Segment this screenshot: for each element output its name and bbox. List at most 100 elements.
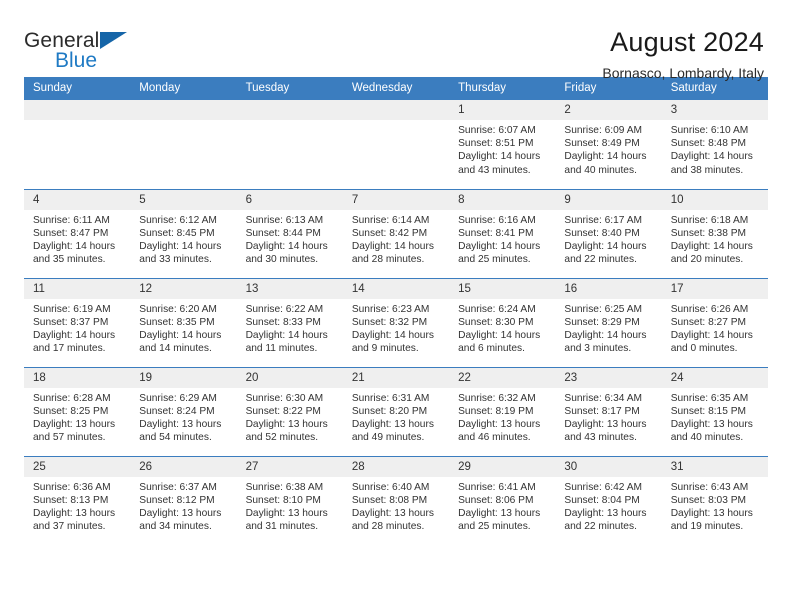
day-details: Sunrise: 6:35 AM Sunset: 8:15 PM Daylight:… (662, 388, 768, 445)
calendar-day-cell[interactable]: 3 Sunrise: 6:10 AM Sunset: 8:48 PM Daylight… (661, 100, 768, 189)
calendar-day-cell[interactable]: 8 Sunrise: 6:16 AM Sunset: 8:41 PM Daylight… (449, 188, 556, 278)
calendar-week-row: 11 Sunrise: 6:19 AM Sunset: 8:37 PM Dayligh… (24, 277, 768, 367)
calendar-day-cell[interactable]: 12 Sunrise: 6:20 AM Sunset: 8:35 PM Dayligh… (130, 277, 237, 367)
calendar-day-cell[interactable]: 21 Sunrise: 6:31 AM Sunset: 8:20 PM Dayligh… (342, 366, 450, 456)
logo[interactable]: General Blue (24, 26, 164, 78)
calendar-day-cell[interactable]: 1 Sunrise: 6:07 AM Sunset: 8:51 PM Daylight… (449, 100, 556, 189)
day-details: Sunrise: 6:14 AM Sunset: 8:42 PM Daylight:… (343, 210, 449, 267)
calendar-day-cell[interactable]: 4 Sunrise: 6:11 AM Sunset: 8:47 PM Daylight… (24, 188, 131, 278)
sunset-text: Sunset: 8:37 PM (33, 316, 109, 328)
sunrise-text: Sunrise: 6:42 AM (564, 481, 642, 493)
calendar-day-cell[interactable]: 2 Sunrise: 6:09 AM Sunset: 8:49 PM Daylight… (555, 100, 662, 189)
calendar-day-cell[interactable]: 7 Sunrise: 6:14 AM Sunset: 8:42 PM Daylight… (342, 188, 450, 278)
daylight-text-line2: and 49 minutes. (351, 432, 425, 444)
daylight-text-line1: Daylight: 14 hours (351, 240, 434, 252)
day-number: 14 (342, 278, 450, 299)
sunrise-text: Sunrise: 6:11 AM (33, 214, 110, 226)
calendar-week-row: 18 Sunrise: 6:28 AM Sunset: 8:25 PM Dayligh… (24, 366, 768, 456)
daylight-text-line2: and 3 minutes. (564, 343, 632, 355)
calendar-day-cell[interactable]: 14 Sunrise: 6:23 AM Sunset: 8:32 PM Dayligh… (342, 277, 450, 367)
day-number: 17 (661, 278, 768, 299)
day-number: 10 (661, 189, 768, 210)
page-subtitle: Bornasco, Lombardy, Italy (602, 65, 764, 81)
sunset-text: Sunset: 8:03 PM (670, 494, 747, 506)
day-details: Sunrise: 6:40 AM Sunset: 8:08 PM Daylight:… (343, 477, 449, 534)
sunset-text: Sunset: 8:06 PM (458, 494, 534, 506)
daylight-text-line2: and 17 minutes. (33, 343, 106, 355)
calendar-day-cell[interactable]: 20 Sunrise: 6:30 AM Sunset: 8:22 PM Dayligh… (236, 366, 343, 456)
calendar-day-cell[interactable]: 16 Sunrise: 6:25 AM Sunset: 8:29 PM Dayligh… (555, 277, 662, 367)
weekday-header-monday: Monday (130, 77, 237, 100)
calendar-cell-empty (24, 100, 131, 189)
day-number (236, 100, 343, 120)
calendar-day-cell[interactable]: 13 Sunrise: 6:22 AM Sunset: 8:33 PM Dayligh… (236, 277, 343, 367)
daylight-text-line1: Daylight: 14 hours (564, 329, 647, 341)
day-number: 1 (449, 100, 556, 120)
day-details: Sunrise: 6:18 AM Sunset: 8:38 PM Daylight:… (662, 210, 768, 267)
calendar-day-cell[interactable]: 22 Sunrise: 6:32 AM Sunset: 8:19 PM Dayligh… (449, 366, 556, 456)
day-number (342, 100, 450, 120)
daylight-text-line1: Daylight: 13 hours (139, 507, 222, 519)
calendar-day-cell[interactable]: 17 Sunrise: 6:26 AM Sunset: 8:27 PM Dayligh… (661, 277, 768, 367)
day-details: Sunrise: 6:19 AM Sunset: 8:37 PM Daylight:… (24, 299, 130, 356)
sunrise-text: Sunrise: 6:31 AM (351, 392, 430, 404)
daylight-text-line2: and 28 minutes. (351, 254, 425, 266)
day-details: Sunrise: 6:20 AM Sunset: 8:35 PM Daylight:… (130, 299, 236, 356)
calendar-day-cell[interactable]: 25 Sunrise: 6:36 AM Sunset: 8:13 PM Dayligh… (24, 455, 131, 545)
calendar-day-cell[interactable]: 19 Sunrise: 6:29 AM Sunset: 8:24 PM Dayligh… (130, 366, 237, 456)
sunset-text: Sunset: 8:15 PM (670, 405, 747, 417)
daylight-text-line2: and 33 minutes. (139, 254, 212, 266)
day-details: Sunrise: 6:17 AM Sunset: 8:40 PM Daylight:… (555, 210, 661, 267)
sunrise-text: Sunrise: 6:23 AM (351, 303, 430, 315)
daylight-text-line1: Daylight: 14 hours (139, 240, 222, 252)
sunrise-text: Sunrise: 6:30 AM (245, 392, 324, 404)
sunrise-text: Sunrise: 6:24 AM (458, 303, 536, 315)
day-number: 20 (236, 367, 343, 388)
sunrise-text: Sunrise: 6:36 AM (33, 481, 111, 493)
day-details: Sunrise: 6:22 AM Sunset: 8:33 PM Daylight:… (237, 299, 343, 356)
sunrise-text: Sunrise: 6:22 AM (245, 303, 324, 315)
daylight-text-line2: and 0 minutes. (670, 343, 738, 355)
weekday-header-sunday: Sunday (24, 77, 131, 100)
daylight-text-line1: Daylight: 14 hours (458, 151, 541, 163)
calendar-day-cell[interactable]: 11 Sunrise: 6:19 AM Sunset: 8:37 PM Dayligh… (24, 277, 131, 367)
calendar-page: General Blue August 2024 Bornasco, Lomba… (0, 0, 792, 612)
calendar-week-row: 1 Sunrise: 6:07 AM Sunset: 8:51 PM Daylight… (24, 100, 768, 189)
day-details: Sunrise: 6:16 AM Sunset: 8:41 PM Daylight:… (449, 210, 555, 267)
daylight-text-line1: Daylight: 13 hours (458, 507, 541, 519)
calendar-day-cell[interactable]: 18 Sunrise: 6:28 AM Sunset: 8:25 PM Dayligh… (24, 366, 131, 456)
daylight-text-line2: and 9 minutes. (351, 343, 419, 355)
daylight-text-line2: and 22 minutes. (564, 254, 637, 266)
sunrise-text: Sunrise: 6:19 AM (33, 303, 111, 315)
calendar-day-cell[interactable]: 10 Sunrise: 6:18 AM Sunset: 8:38 PM Dayligh… (661, 188, 768, 278)
sunset-text: Sunset: 8:47 PM (33, 227, 109, 239)
day-details: Sunrise: 6:41 AM Sunset: 8:06 PM Daylight:… (449, 477, 555, 534)
calendar-day-cell[interactable]: 5 Sunrise: 6:12 AM Sunset: 8:45 PM Daylight… (130, 188, 237, 278)
day-number (130, 100, 237, 120)
sunset-text: Sunset: 8:12 PM (139, 494, 215, 506)
calendar-day-cell[interactable]: 9 Sunrise: 6:17 AM Sunset: 8:40 PM Daylight… (555, 188, 662, 278)
daylight-text-line1: Daylight: 13 hours (564, 507, 647, 519)
calendar-day-cell[interactable]: 23 Sunrise: 6:34 AM Sunset: 8:17 PM Dayligh… (555, 366, 662, 456)
sunset-text: Sunset: 8:04 PM (564, 494, 640, 506)
calendar-day-cell[interactable]: 24 Sunrise: 6:35 AM Sunset: 8:15 PM Dayligh… (661, 366, 768, 456)
calendar-day-cell[interactable]: 15 Sunrise: 6:24 AM Sunset: 8:30 PM Dayligh… (449, 277, 556, 367)
sunset-text: Sunset: 8:49 PM (564, 138, 640, 150)
calendar-day-cell[interactable]: 29 Sunrise: 6:41 AM Sunset: 8:06 PM Dayligh… (449, 455, 556, 545)
calendar-day-cell[interactable]: 28 Sunrise: 6:40 AM Sunset: 8:08 PM Dayligh… (342, 455, 450, 545)
calendar-day-cell[interactable]: 6 Sunrise: 6:13 AM Sunset: 8:44 PM Daylight… (236, 188, 343, 278)
sunset-text: Sunset: 8:08 PM (351, 494, 428, 506)
day-number: 30 (555, 456, 662, 477)
daylight-text-line1: Daylight: 13 hours (670, 507, 753, 519)
calendar-day-cell[interactable]: 27 Sunrise: 6:38 AM Sunset: 8:10 PM Dayligh… (236, 455, 343, 545)
day-details: Sunrise: 6:07 AM Sunset: 8:51 PM Daylight:… (449, 120, 555, 177)
calendar-day-cell[interactable]: 31 Sunrise: 6:43 AM Sunset: 8:03 PM Dayligh… (661, 455, 768, 545)
calendar-week-row: 4 Sunrise: 6:11 AM Sunset: 8:47 PM Daylight… (24, 188, 768, 278)
sunrise-text: Sunrise: 6:26 AM (670, 303, 749, 315)
calendar-day-cell[interactable]: 26 Sunrise: 6:37 AM Sunset: 8:12 PM Dayligh… (130, 455, 237, 545)
day-number (24, 100, 131, 120)
calendar-day-cell[interactable]: 30 Sunrise: 6:42 AM Sunset: 8:04 PM Dayligh… (555, 455, 662, 545)
day-number: 9 (555, 189, 662, 210)
sunset-text: Sunset: 8:27 PM (670, 316, 747, 328)
page-title: August 2024 (610, 27, 764, 57)
